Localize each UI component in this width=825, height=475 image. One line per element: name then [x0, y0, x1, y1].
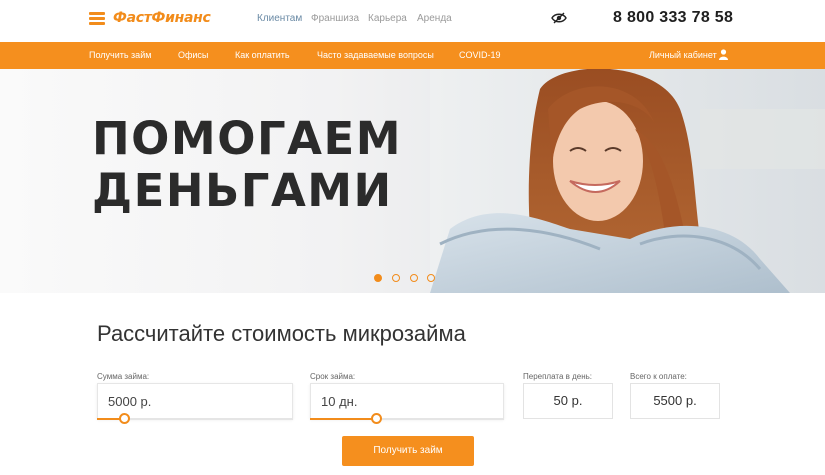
- amount-label: Сумма займа:: [97, 372, 150, 381]
- amount-slider-handle[interactable]: [119, 413, 130, 424]
- total-value: 5500 р.: [630, 383, 720, 419]
- menu-faq[interactable]: Часто задаваемые вопросы: [317, 50, 434, 60]
- overpay-value: 50 р.: [523, 383, 613, 419]
- menu-get-loan[interactable]: Получить займ: [89, 50, 151, 60]
- hero-photo-woman: [430, 69, 825, 293]
- hero-headline-line2: ДЕНЬГАМИ: [92, 164, 393, 217]
- logo[interactable]: ФастФинанс: [113, 10, 211, 26]
- carousel-dot-2[interactable]: [392, 274, 400, 282]
- amount-value: 5000 р.: [108, 394, 152, 409]
- main-menu: Получить займ Офисы Как оплатить Часто з…: [0, 42, 825, 69]
- phone-number[interactable]: 8 800 333 78 58: [613, 9, 733, 27]
- menu-covid[interactable]: COVID-19: [459, 50, 501, 60]
- hero-headline: ПОМОГАЕМ ДЕНЬГАМИ: [92, 113, 402, 217]
- menu-how-to-pay[interactable]: Как оплатить: [235, 50, 290, 60]
- hero-banner[interactable]: ПОМОГАЕМ ДЕНЬГАМИ: [0, 69, 825, 293]
- nav-career[interactable]: Карьера: [368, 13, 407, 24]
- hamburger-icon[interactable]: [89, 12, 105, 25]
- menu-offices[interactable]: Офисы: [178, 50, 208, 60]
- personal-cabinet-link[interactable]: Личный кабинет: [649, 50, 717, 60]
- user-icon[interactable]: [719, 49, 728, 60]
- term-field[interactable]: 10 дн.: [310, 383, 504, 419]
- carousel-dot-1[interactable]: [374, 274, 382, 282]
- calculator-title: Рассчитайте стоимость микрозайма: [97, 321, 466, 346]
- overpay-label: Переплата в день:: [523, 372, 593, 381]
- term-value: 10 дн.: [321, 394, 358, 409]
- term-slider-fill: [310, 418, 376, 420]
- term-label: Срок займа:: [310, 372, 356, 381]
- hero-headline-line1: ПОМОГАЕМ: [92, 112, 402, 165]
- get-loan-button[interactable]: Получить займ: [342, 436, 474, 466]
- carousel-dot-4[interactable]: [427, 274, 435, 282]
- carousel-dot-3[interactable]: [410, 274, 418, 282]
- nav-clients[interactable]: Клиентам: [257, 13, 302, 24]
- nav-rent[interactable]: Аренда: [417, 13, 452, 24]
- eye-slash-icon[interactable]: [551, 12, 567, 24]
- total-label: Всего к оплате:: [630, 372, 687, 381]
- top-header: ФастФинанс Клиентам Франшиза Карьера Аре…: [0, 0, 825, 42]
- term-slider-handle[interactable]: [371, 413, 382, 424]
- nav-franchise[interactable]: Франшиза: [311, 13, 359, 24]
